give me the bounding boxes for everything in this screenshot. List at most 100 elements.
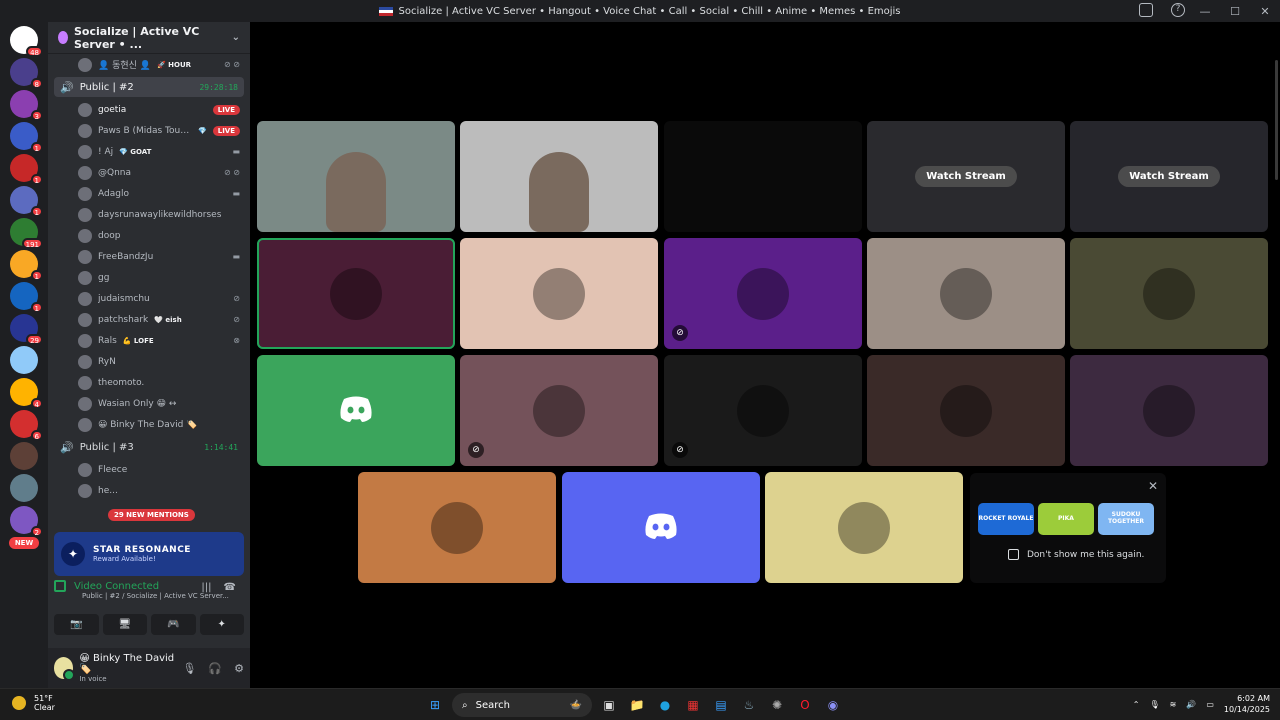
video-tile[interactable] bbox=[664, 121, 862, 232]
watch-stream-button[interactable]: Watch Stream bbox=[915, 166, 1017, 187]
voice-member[interactable]: Fleece bbox=[48, 459, 250, 480]
voice-member[interactable]: RyN bbox=[48, 351, 250, 372]
windows-start-icon[interactable]: ⊞ bbox=[424, 694, 446, 716]
new-mentions-badge[interactable]: 29 NEW MENTIONS bbox=[108, 509, 195, 521]
checkbox[interactable] bbox=[1008, 549, 1019, 560]
noise-suppression-icon[interactable]: ||| bbox=[201, 582, 211, 593]
dont-show-checkbox[interactable]: Don't show me this again. bbox=[1008, 549, 1144, 560]
help-icon[interactable]: ? bbox=[1171, 3, 1185, 17]
weather-widget[interactable]: 51°F Clear bbox=[12, 694, 55, 712]
close-button[interactable]: ✕ bbox=[1250, 5, 1280, 18]
voice-member[interactable]: goetia LIVE bbox=[48, 99, 250, 120]
avatar[interactable] bbox=[54, 657, 76, 681]
voice-channel-public-2[interactable]: 🔊 Public | #2 29:28:18 bbox=[54, 77, 244, 97]
server-icon[interactable]: 1 bbox=[10, 122, 43, 153]
server-header[interactable]: Socialize | Active VC Server • ... ⌄ bbox=[48, 22, 250, 54]
voice-member[interactable]: ! Aj 💎 GOAT ▬ bbox=[48, 141, 250, 162]
voice-member[interactable]: FreeBandzJu ▬ bbox=[48, 246, 250, 267]
voice-member[interactable]: Adaglo ▬ bbox=[48, 183, 250, 204]
participant-tile[interactable] bbox=[562, 472, 760, 583]
participant-tile[interactable] bbox=[358, 472, 556, 583]
participant-tile[interactable] bbox=[257, 238, 455, 349]
wifi-icon[interactable]: ≋ bbox=[1170, 700, 1177, 709]
video-tile[interactable] bbox=[460, 121, 658, 232]
voice-member[interactable]: 😀 Binky The David 🏷️ bbox=[48, 414, 250, 435]
voice-member[interactable]: theomoto. bbox=[48, 372, 250, 393]
activity-game-card[interactable]: PIKA bbox=[1038, 503, 1094, 535]
server-icon[interactable] bbox=[10, 474, 38, 502]
microphone-icon[interactable]: 🎙 bbox=[182, 662, 196, 675]
stream-tile[interactable]: Watch Stream bbox=[867, 121, 1065, 232]
participant-tile[interactable] bbox=[257, 355, 455, 466]
battery-icon[interactable]: ▭ bbox=[1206, 700, 1214, 709]
chevron-up-icon[interactable]: ⌃ bbox=[1133, 700, 1140, 709]
server-icon[interactable]: 191 bbox=[10, 218, 43, 249]
activity-game-card[interactable]: ROCKET ROYALE bbox=[978, 503, 1034, 535]
file-explorer-icon[interactable]: 📁 bbox=[626, 694, 648, 716]
search-box[interactable]: ⌕ Search 🍲 bbox=[452, 693, 592, 717]
voice-member[interactable]: Wasian Only 😁 ↔ bbox=[48, 393, 250, 414]
voice-member[interactable]: doop bbox=[48, 225, 250, 246]
activity-button[interactable]: 🎮 bbox=[151, 614, 196, 635]
participant-tile[interactable] bbox=[867, 238, 1065, 349]
volume-icon[interactable]: 🔊 bbox=[1186, 700, 1196, 709]
participant-tile[interactable]: ⊘ bbox=[460, 355, 658, 466]
microphone-icon[interactable]: 🎙 bbox=[1150, 700, 1160, 709]
minimize-button[interactable]: — bbox=[1190, 5, 1220, 18]
disconnect-icon[interactable]: ☎ bbox=[224, 582, 236, 593]
voice-location[interactable]: Public | #2 / Socialize | Active VC Serv… bbox=[82, 592, 244, 600]
notepad-icon[interactable]: ▤ bbox=[710, 694, 732, 716]
server-icon[interactable] bbox=[10, 346, 38, 374]
participant-tile[interactable]: ⊘ bbox=[664, 238, 862, 349]
close-icon[interactable]: ✕ bbox=[1148, 479, 1158, 493]
user-name[interactable]: 😀 Binky The David 🏷️ bbox=[79, 653, 176, 675]
edge-icon[interactable]: ● bbox=[654, 694, 676, 716]
screen-share-button[interactable]: 🖥 bbox=[102, 614, 147, 635]
server-icon[interactable]: 1 bbox=[10, 250, 43, 281]
server-icon[interactable]: 3 bbox=[10, 90, 43, 121]
server-icon[interactable]: 6 bbox=[10, 410, 43, 441]
server-icon[interactable]: 29 bbox=[10, 314, 43, 345]
steam-icon[interactable]: ♨ bbox=[738, 694, 760, 716]
voice-member[interactable]: Paws B (Midas Touché) 💎 LIVE bbox=[48, 120, 250, 141]
server-icon[interactable]: 1 bbox=[10, 186, 43, 217]
server-icon[interactable]: 1 bbox=[10, 282, 43, 313]
server-icon[interactable]: 8 bbox=[10, 58, 43, 89]
server-icon[interactable]: 4 bbox=[10, 378, 43, 409]
chevron-down-icon[interactable]: ⌄ bbox=[232, 32, 240, 43]
watch-stream-button[interactable]: Watch Stream bbox=[1118, 166, 1220, 187]
voice-member[interactable]: daysrunawaylikewildhorses bbox=[48, 204, 250, 225]
voice-member[interactable]: patchshark 🤍 eish ⊘ bbox=[48, 309, 250, 330]
stream-tile[interactable]: Watch Stream bbox=[1070, 121, 1268, 232]
voice-member[interactable]: Rals 💪 LOFE ⊗ bbox=[48, 330, 250, 351]
server-icon[interactable]: 48 bbox=[10, 26, 43, 57]
voice-member[interactable]: judaismchu ⊘ bbox=[48, 288, 250, 309]
participant-tile[interactable] bbox=[460, 238, 658, 349]
voice-member[interactable]: 👤 동현신 👤 🚀 HOUR ⊘ ⊘ bbox=[48, 54, 250, 75]
server-icon[interactable] bbox=[10, 442, 38, 470]
participant-tile[interactable] bbox=[1070, 238, 1268, 349]
server-icon[interactable]: 1 bbox=[10, 154, 43, 185]
inbox-icon[interactable] bbox=[1139, 3, 1153, 17]
soundboard-button[interactable]: ✦ bbox=[199, 614, 244, 635]
maximize-button[interactable]: ☐ bbox=[1220, 5, 1250, 18]
video-tile[interactable] bbox=[257, 121, 455, 232]
discord-taskbar-icon[interactable]: ◉ bbox=[822, 694, 844, 716]
task-view-icon[interactable]: ▣ bbox=[598, 694, 620, 716]
server-icon[interactable]: 2 bbox=[10, 506, 43, 537]
app-icon[interactable]: ▦ bbox=[682, 694, 704, 716]
promo-banner[interactable]: ✦ STAR RESONANCE Reward Available! bbox=[54, 532, 244, 576]
participant-tile[interactable] bbox=[1070, 355, 1268, 466]
opera-icon[interactable]: O bbox=[794, 694, 816, 716]
voice-member[interactable]: he... bbox=[48, 480, 250, 501]
settings-gear-icon[interactable]: ⚙ bbox=[234, 662, 244, 675]
headphones-icon[interactable]: 🎧 bbox=[208, 662, 222, 675]
voice-member[interactable]: @Qnna ⊘ ⊘ bbox=[48, 162, 250, 183]
signal-icon[interactable] bbox=[54, 580, 66, 592]
participant-tile[interactable]: ⊘ bbox=[664, 355, 862, 466]
voice-member[interactable]: gg bbox=[48, 267, 250, 288]
new-badge[interactable]: NEW bbox=[9, 537, 39, 549]
chatgpt-icon[interactable]: ✺ bbox=[766, 694, 788, 716]
clock[interactable]: 6:02 AM 10/14/2025 bbox=[1224, 693, 1270, 715]
participant-tile[interactable] bbox=[765, 472, 963, 583]
